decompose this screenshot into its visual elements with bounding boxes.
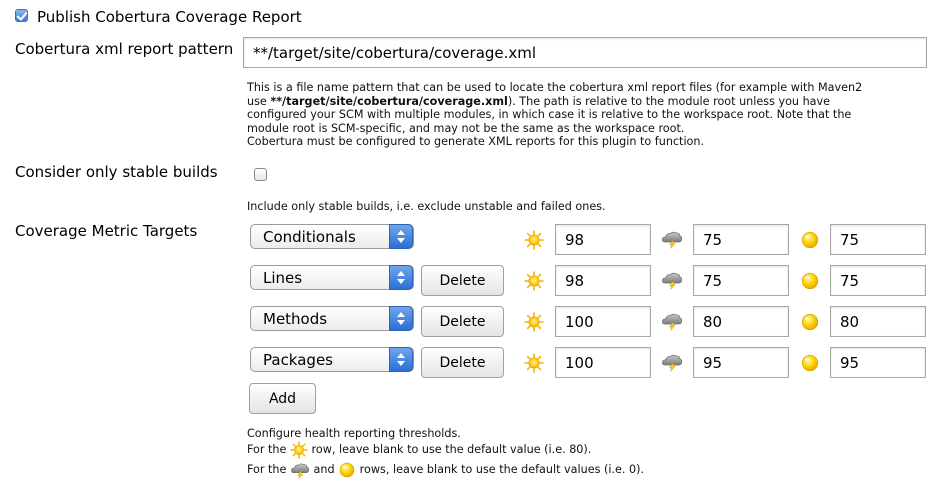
unstable-threshold-value: 75	[840, 271, 860, 290]
unstable-threshold-input[interactable]: 95	[830, 347, 926, 378]
sunny-threshold-value: 98	[565, 230, 585, 249]
sunny-weather-icon	[524, 230, 544, 250]
select-arrows-icon	[389, 265, 413, 290]
report-pattern-help: This is a file name pattern that can be …	[247, 81, 863, 149]
stormy-threshold-input[interactable]: 95	[693, 347, 789, 378]
delete-button[interactable]: Delete	[421, 347, 504, 378]
metric-select-value: Packages	[263, 350, 333, 369]
unstable-ball-icon	[800, 353, 820, 373]
unstable-threshold-value: 95	[840, 353, 860, 372]
publish-checkbox[interactable]	[15, 9, 28, 22]
metric-select-value: Lines	[263, 268, 303, 287]
stable-builds-checkbox[interactable]	[254, 168, 267, 181]
unstable-threshold-value: 75	[840, 230, 860, 249]
sunny-threshold-input[interactable]: 98	[555, 224, 651, 255]
sunny-threshold-input[interactable]: 100	[555, 347, 651, 378]
select-arrows-icon	[389, 306, 413, 331]
stormy-weather-icon	[661, 352, 683, 372]
thresholds-help-line3: For the and rows, leave blank to use the…	[247, 461, 644, 479]
sunny-weather-icon	[290, 441, 308, 459]
unstable-threshold-input[interactable]: 75	[830, 265, 926, 296]
unstable-threshold-input[interactable]: 80	[830, 306, 926, 337]
metric-select-value: Methods	[263, 309, 328, 328]
stormy-weather-icon	[290, 461, 310, 479]
sunny-weather-icon	[524, 271, 544, 291]
stormy-threshold-input[interactable]: 75	[693, 224, 789, 255]
metric-select-conditionals[interactable]: Conditionals	[250, 224, 414, 249]
select-arrows-icon	[389, 224, 413, 249]
stormy-weather-icon	[661, 311, 683, 331]
unstable-ball-icon	[338, 461, 356, 479]
metric-select-lines[interactable]: Lines	[250, 265, 414, 290]
metric-select-value: Conditionals	[263, 227, 356, 246]
sunny-threshold-input[interactable]: 98	[555, 265, 651, 296]
stormy-weather-icon	[661, 229, 683, 249]
report-pattern-input[interactable]: **/target/site/cobertura/coverage.xml	[243, 37, 927, 68]
sunny-threshold-value: 98	[565, 271, 585, 290]
unstable-threshold-input[interactable]: 75	[830, 224, 926, 255]
publish-label: Publish Cobertura Coverage Report	[37, 8, 302, 26]
sunny-threshold-input[interactable]: 100	[555, 306, 651, 337]
stormy-threshold-value: 75	[703, 271, 723, 290]
stable-builds-help: Include only stable builds, i.e. exclude…	[247, 200, 606, 213]
stormy-weather-icon	[661, 270, 683, 290]
unstable-ball-icon	[800, 271, 820, 291]
stormy-threshold-value: 95	[703, 353, 723, 372]
metric-select-methods[interactable]: Methods	[250, 306, 414, 331]
report-pattern-label: Cobertura xml report pattern	[15, 40, 234, 58]
delete-button[interactable]: Delete	[421, 306, 504, 337]
metric-select-packages[interactable]: Packages	[250, 347, 414, 372]
sunny-threshold-value: 100	[565, 312, 594, 331]
select-arrows-icon	[389, 347, 413, 372]
unstable-ball-icon	[800, 230, 820, 250]
targets-label: Coverage Metric Targets	[15, 222, 198, 240]
delete-button[interactable]: Delete	[421, 265, 504, 296]
thresholds-help-line2: For the row, leave blank to use the defa…	[247, 441, 644, 459]
thresholds-help: Configure health reporting thresholds. F…	[247, 426, 644, 479]
stable-builds-label: Consider only stable builds	[15, 163, 218, 181]
stormy-threshold-value: 75	[703, 230, 723, 249]
unstable-ball-icon	[800, 312, 820, 332]
sunny-weather-icon	[524, 353, 544, 373]
unstable-threshold-value: 80	[840, 312, 860, 331]
stormy-threshold-input[interactable]: 75	[693, 265, 789, 296]
report-pattern-value: **/target/site/cobertura/coverage.xml	[253, 43, 537, 62]
sunny-weather-icon	[524, 312, 544, 332]
stormy-threshold-input[interactable]: 80	[693, 306, 789, 337]
add-button[interactable]: Add	[249, 383, 316, 414]
stormy-threshold-value: 80	[703, 312, 723, 331]
thresholds-help-line1: Configure health reporting thresholds.	[247, 427, 461, 440]
sunny-threshold-value: 100	[565, 353, 594, 372]
